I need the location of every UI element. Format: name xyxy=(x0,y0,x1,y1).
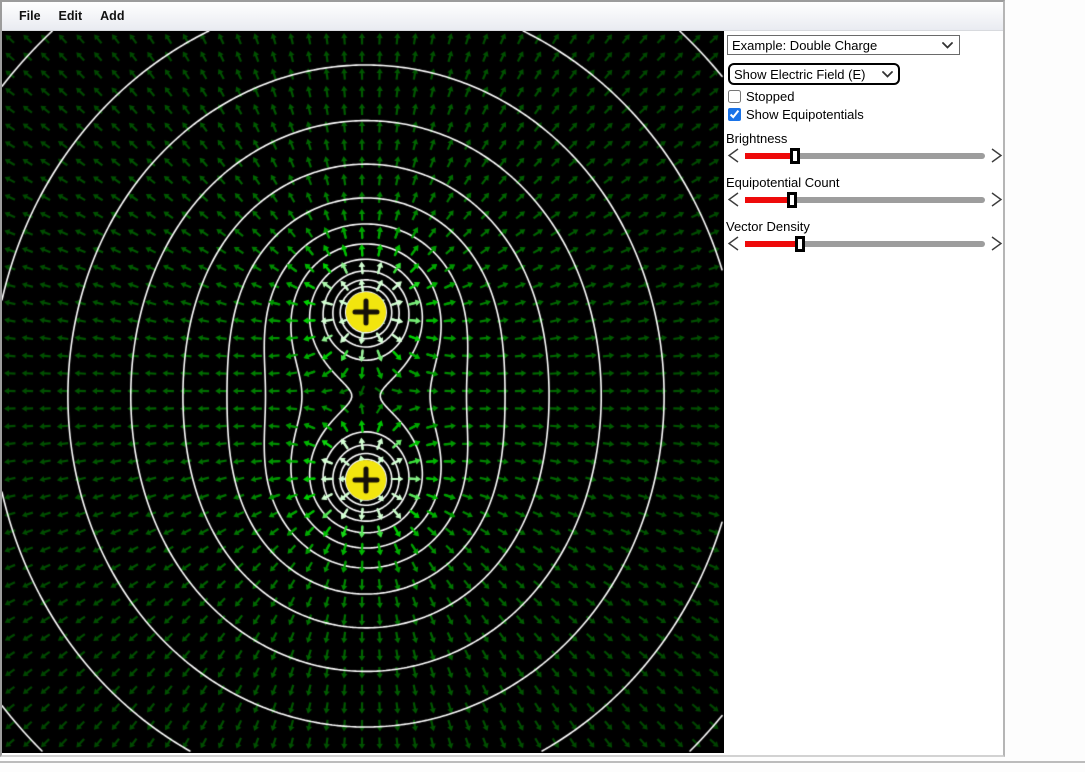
brightness-slider-thumb[interactable] xyxy=(790,148,801,164)
field-canvas[interactable] xyxy=(2,31,724,753)
slider-left-arrow-icon[interactable] xyxy=(726,147,740,164)
menubar: File Edit Add xyxy=(2,2,1003,31)
slider-left-arrow-icon[interactable] xyxy=(726,235,740,252)
field-type-select[interactable]: Show Electric Field (E) xyxy=(728,63,900,85)
vector-density-slider-group: Vector Density xyxy=(726,219,1006,252)
brightness-slider-group: Brightness xyxy=(726,131,1006,164)
menu-item-add[interactable]: Add xyxy=(100,9,124,23)
equipotential-count-slider-thumb[interactable] xyxy=(786,192,797,208)
app-window: File Edit Add Example: Double Charge Sho… xyxy=(0,0,1005,757)
menu-item-file[interactable]: File xyxy=(19,9,41,23)
brightness-slider xyxy=(726,147,1004,164)
checkbox-show-equipotentials[interactable] xyxy=(728,108,741,121)
equipotential-count-slider-track[interactable] xyxy=(745,191,985,208)
example-select-wrap: Example: Double Charge xyxy=(727,35,960,55)
checkbox-stopped[interactable] xyxy=(728,90,741,103)
equipotential-count-slider xyxy=(726,191,1004,208)
checkbox-stopped-label: Stopped xyxy=(746,89,795,104)
stopped-row: Stopped xyxy=(728,88,794,105)
page-divider xyxy=(0,761,1085,763)
vector-density-slider-track[interactable] xyxy=(745,235,985,252)
menu-item-edit[interactable]: Edit xyxy=(59,9,83,23)
field-type-select-wrap: Show Electric Field (E) xyxy=(728,63,900,85)
simulation-area xyxy=(2,31,724,753)
slider-left-arrow-icon[interactable] xyxy=(726,191,740,208)
slider-fill xyxy=(745,153,796,159)
show-equipotentials-row: Show Equipotentials xyxy=(728,106,864,123)
slider-fill xyxy=(745,241,801,247)
example-select[interactable]: Example: Double Charge xyxy=(727,35,960,55)
vector-density-slider-thumb[interactable] xyxy=(795,236,806,252)
vector-density-label: Vector Density xyxy=(726,219,810,234)
equipotential-count-slider-group: Equipotential Count xyxy=(726,175,1006,208)
slider-right-arrow-icon[interactable] xyxy=(990,191,1004,208)
equipotential-count-label: Equipotential Count xyxy=(726,175,840,190)
controls-panel: Example: Double Charge Show Electric Fie… xyxy=(724,31,1003,755)
checkbox-show-equipotentials-label: Show Equipotentials xyxy=(746,107,864,122)
brightness-label: Brightness xyxy=(726,131,788,146)
app-page: File Edit Add Example: Double Charge Sho… xyxy=(0,0,1085,772)
slider-right-arrow-icon[interactable] xyxy=(990,235,1004,252)
slider-fill xyxy=(745,197,792,203)
vector-density-slider xyxy=(726,235,1004,252)
slider-right-arrow-icon[interactable] xyxy=(990,147,1004,164)
brightness-slider-track[interactable] xyxy=(745,147,985,164)
